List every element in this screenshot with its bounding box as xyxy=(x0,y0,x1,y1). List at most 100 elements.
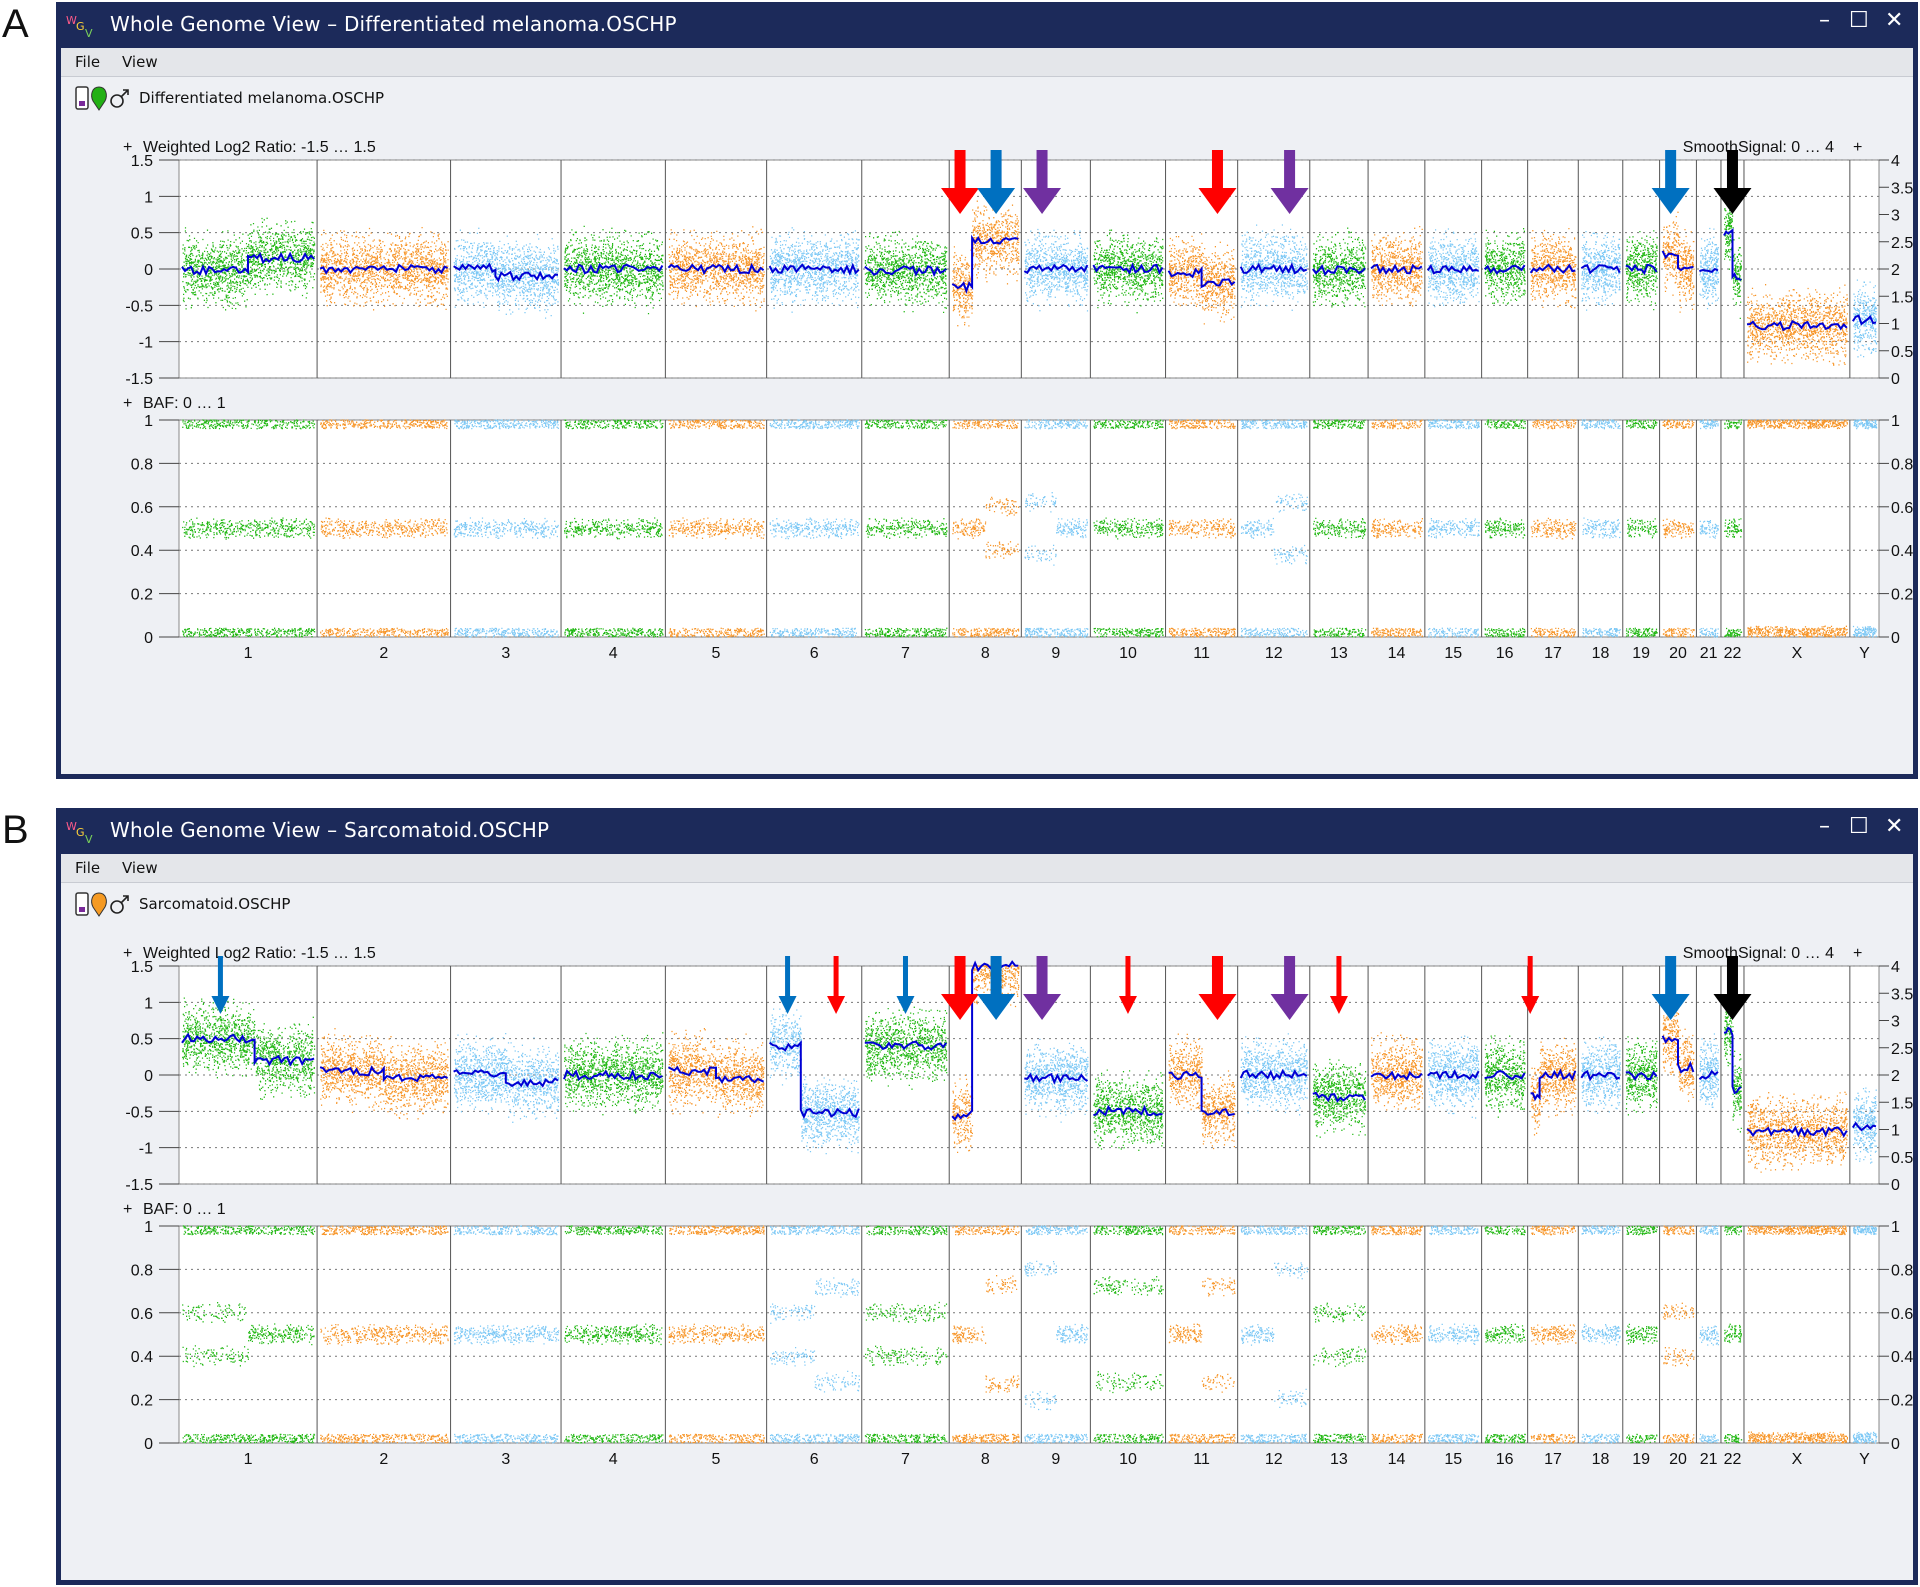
chromosome-label: 17 xyxy=(1544,645,1562,662)
chromosome-label: 20 xyxy=(1669,1451,1687,1468)
chromosome-label: 22 xyxy=(1724,1451,1742,1468)
smooth-tick-label: 3 xyxy=(1891,1014,1900,1031)
chromosome-label: 17 xyxy=(1544,1451,1562,1468)
chromosome-label: 13 xyxy=(1330,1451,1348,1468)
chromosome-label: 3 xyxy=(501,645,510,662)
chromosome-label: X xyxy=(1792,645,1803,662)
baf-right-tick-label: 0 xyxy=(1891,630,1900,647)
chromosome-label: 16 xyxy=(1496,645,1514,662)
baf-tick-label: 0 xyxy=(144,630,153,647)
lrr-tick-label: 0 xyxy=(144,262,153,279)
baf-tick-label: 0.8 xyxy=(131,1262,153,1279)
chromosome-label: X xyxy=(1792,1451,1803,1468)
smooth-tick-label: 4 xyxy=(1891,153,1900,170)
close-icon[interactable]: ✕ xyxy=(1885,814,1903,839)
smooth-tick-label: 1 xyxy=(1891,317,1900,334)
baf-tick-label: 0.4 xyxy=(131,1349,153,1366)
panel-letter-a: A xyxy=(2,2,29,46)
chromosome-label: 2 xyxy=(379,645,388,662)
smooth-expand-icon: + xyxy=(1853,945,1862,962)
title-bar[interactable]: W G V Whole Genome View – Differentiated… xyxy=(56,2,1918,48)
copy-number-expand-icon: + xyxy=(123,945,132,962)
smooth-tick-label: 3.5 xyxy=(1891,986,1913,1003)
chromosome-label: 8 xyxy=(981,645,990,662)
smooth-tick-label: 0.5 xyxy=(1891,1150,1913,1167)
baf-tick-label: 0.6 xyxy=(131,1306,153,1323)
baf-right-tick-label: 0.2 xyxy=(1891,1393,1913,1410)
svg-text:G: G xyxy=(76,826,85,839)
smooth-expand-icon: + xyxy=(1853,139,1862,156)
genome-graph[interactable]: 1.510.50-0.5-1-1.543.532.521.510.5010.80… xyxy=(61,48,1913,774)
chromosome-label: 6 xyxy=(810,1451,819,1468)
smooth-tick-label: 0 xyxy=(1891,371,1900,388)
chromosome-label: 21 xyxy=(1700,645,1718,662)
maximize-icon[interactable]: ☐ xyxy=(1849,814,1869,839)
baf-tick-label: 0.2 xyxy=(131,587,153,604)
chromosome-label: 15 xyxy=(1444,1451,1462,1468)
chromosome-label: Y xyxy=(1859,1451,1870,1468)
window-title: Whole Genome View – Differentiated melan… xyxy=(110,12,677,36)
lrr-tick-label: -1.5 xyxy=(125,1177,153,1194)
chromosome-label: 5 xyxy=(712,1451,721,1468)
baf-expand-icon: + xyxy=(123,395,132,412)
smooth-tick-label: 2 xyxy=(1891,1068,1900,1085)
svg-text:G: G xyxy=(76,20,85,33)
minimize-icon[interactable]: – xyxy=(1819,8,1830,33)
chromosome-label: 12 xyxy=(1265,645,1283,662)
chromosome-label: 2 xyxy=(379,1451,388,1468)
chromosome-label: 13 xyxy=(1330,645,1348,662)
baf-right-tick-label: 0.8 xyxy=(1891,456,1913,473)
chromosome-label: 5 xyxy=(712,645,721,662)
chromosome-label: 8 xyxy=(981,1451,990,1468)
baf-expand-icon: + xyxy=(123,1201,132,1218)
baf-tick-label: 0 xyxy=(144,1436,153,1453)
copy-number-expand-icon: + xyxy=(123,139,132,156)
baf-right-tick-label: 0.4 xyxy=(1891,1349,1913,1366)
chromosome-label: 20 xyxy=(1669,645,1687,662)
chromosome-label: 4 xyxy=(609,1451,618,1468)
baf-right-tick-label: 0.6 xyxy=(1891,500,1913,517)
lrr-tick-label: -1 xyxy=(139,1141,153,1158)
baf-tick-label: 0.2 xyxy=(131,1393,153,1410)
chromosome-label: 9 xyxy=(1051,1451,1060,1468)
smooth-tick-label: 2.5 xyxy=(1891,235,1913,252)
chromosome-label: 1 xyxy=(244,1451,253,1468)
smooth-tick-label: 3.5 xyxy=(1891,180,1913,197)
chromosome-label: 18 xyxy=(1592,645,1610,662)
chromosome-label: 6 xyxy=(810,645,819,662)
maximize-icon[interactable]: ☐ xyxy=(1849,8,1869,33)
lrr-tick-label: 0.5 xyxy=(131,1032,153,1049)
genome-graph[interactable]: 1.510.50-0.5-1-1.543.532.521.510.5010.80… xyxy=(61,854,1913,1580)
baf-right-tick-label: 1 xyxy=(1891,413,1900,430)
chromosome-label: 7 xyxy=(901,1451,910,1468)
chromosome-label: 1 xyxy=(244,645,253,662)
app-logo-icon: W G V xyxy=(66,820,93,846)
smooth-tick-label: 1.5 xyxy=(1891,1095,1913,1112)
svg-text:V: V xyxy=(85,833,93,846)
close-icon[interactable]: ✕ xyxy=(1885,8,1903,33)
smooth-tick-label: 1.5 xyxy=(1891,289,1913,306)
baf-tick-label: 1 xyxy=(144,413,153,430)
smooth-signal-track-label: SmoothSignal: 0 … 4 xyxy=(1683,945,1834,962)
baf-track-label: BAF: 0 … 1 xyxy=(143,1201,226,1218)
chromosome-label: 22 xyxy=(1724,645,1742,662)
smooth-tick-label: 2.5 xyxy=(1891,1041,1913,1058)
app-logo-icon: W G V xyxy=(66,14,93,40)
lrr-tick-label: 0.5 xyxy=(131,226,153,243)
lrr-tick-label: -0.5 xyxy=(125,1104,153,1121)
chromosome-label: 12 xyxy=(1265,1451,1283,1468)
chromosome-label: 9 xyxy=(1051,645,1060,662)
chromosome-label: 15 xyxy=(1444,645,1462,662)
chromosome-label: 10 xyxy=(1119,1451,1137,1468)
baf-tick-label: 1 xyxy=(144,1219,153,1236)
title-bar[interactable]: W G V Whole Genome View – Sarcomatoid.OS… xyxy=(56,808,1918,854)
baf-right-tick-label: 0.4 xyxy=(1891,543,1913,560)
copy-number-track-label: Weighted Log2 Ratio: -1.5 … 1.5 xyxy=(143,945,376,962)
smooth-tick-label: 4 xyxy=(1891,959,1900,976)
baf-right-tick-label: 0.2 xyxy=(1891,587,1913,604)
smooth-signal-track-label: SmoothSignal: 0 … 4 xyxy=(1683,139,1834,156)
minimize-icon[interactable]: – xyxy=(1819,814,1830,839)
lrr-tick-label: -0.5 xyxy=(125,298,153,315)
smooth-tick-label: 0 xyxy=(1891,1177,1900,1194)
window-title: Whole Genome View – Sarcomatoid.OSCHP xyxy=(110,818,550,842)
